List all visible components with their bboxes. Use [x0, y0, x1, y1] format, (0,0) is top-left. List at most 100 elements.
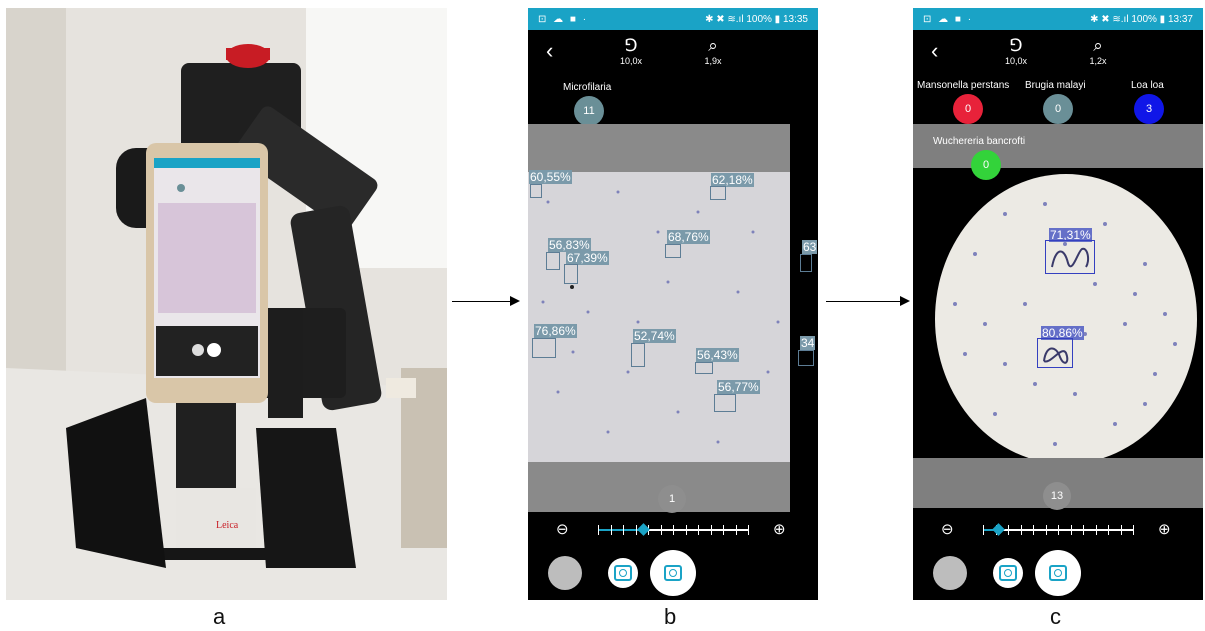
worm-shape [1051, 247, 1090, 268]
zoom-control[interactable]: ⌕ 1,2x [1083, 36, 1113, 66]
slider-tick [698, 525, 699, 535]
slider-tick [598, 525, 599, 535]
panel-label-a: a [213, 604, 226, 629]
microscope-setup-image: Leica [6, 8, 447, 600]
back-icon[interactable]: ‹ [931, 38, 938, 64]
gallery-button[interactable] [933, 556, 967, 590]
magnification-value: 10,0x [619, 56, 643, 66]
microscope-icon: ⅁ [624, 36, 638, 55]
arrow-b-to-c [826, 301, 902, 302]
slider-tick [1083, 525, 1084, 535]
counter-label-wuchereria: Wuchereria bancrofti [933, 136, 1026, 147]
detection-box[interactable] [714, 394, 736, 412]
camera-icon [999, 565, 1017, 581]
counter-badge-loa[interactable]: 3 [1134, 94, 1164, 124]
slider-ticks [983, 525, 1134, 535]
slider-tick [735, 525, 737, 535]
detection-box[interactable] [665, 244, 681, 258]
zoom-value: 1,2x [1089, 56, 1107, 66]
status-right: ✱ ✖ ≋.ıl 100% ▮ 13:37 [1090, 13, 1193, 25]
svg-text:Leica: Leica [216, 520, 239, 531]
slider-tick [1058, 525, 1059, 535]
record-button[interactable] [1035, 550, 1081, 596]
slider-tick [685, 525, 687, 535]
detection-box[interactable] [1045, 240, 1095, 274]
panel-label-b: b [664, 604, 677, 629]
zoom-out-icon[interactable]: ⊖ [941, 520, 954, 538]
detection-box[interactable] [532, 338, 556, 358]
magnification-control[interactable]: ⅁ 10,0x [616, 36, 646, 66]
status-icons: ⊡ ☁ ■ · [538, 13, 589, 25]
counter-label-brugia: Brugia malayi [1025, 80, 1086, 91]
back-icon[interactable]: ‹ [546, 38, 553, 64]
detection-box[interactable] [631, 343, 645, 367]
counter-label: Microfilaria [563, 82, 612, 93]
detection-box[interactable] [1037, 338, 1073, 368]
frame-counter: 1 [658, 485, 686, 513]
detection-label: 67,39% [566, 251, 609, 265]
status-bar: ⊡ ☁ ■ · ✱ ✖ ≋.ıl 100% ▮ 13:37 [913, 8, 1203, 30]
detection-label: 56,77% [717, 380, 760, 394]
slider-tick [710, 525, 712, 535]
detection-box[interactable] [530, 184, 542, 198]
detection-label: 68,76% [667, 230, 710, 244]
detection-label: 34 [800, 336, 816, 350]
zoom-in-icon[interactable]: ⊕ [773, 520, 786, 538]
slider-tick [673, 525, 674, 535]
image-band-top [528, 124, 790, 174]
slider-tick [723, 525, 724, 535]
arrow-head-icon [900, 296, 910, 306]
slider-tick [623, 525, 624, 535]
phone-screen-c: ⊡ ☁ ■ · ✱ ✖ ≋.ıl 100% ▮ 13:37 ‹ ⅁ 10,0x … [913, 8, 1203, 600]
zoom-control[interactable]: ⌕ 1,9x [698, 36, 728, 66]
record-button[interactable] [650, 550, 696, 596]
detection-box[interactable] [564, 264, 578, 284]
zoom-slider[interactable] [983, 523, 1134, 537]
microscope-icon: ⅁ [1009, 36, 1023, 55]
detection-box[interactable] [546, 252, 560, 270]
detection-box[interactable] [800, 254, 812, 272]
slider-tick [748, 525, 749, 535]
status-right: ✱ ✖ ≋.ıl 100% ▮ 13:35 [705, 13, 808, 25]
camera-icon [1049, 565, 1067, 581]
zoom-out-icon[interactable]: ⊖ [556, 520, 569, 538]
capture-button[interactable] [608, 558, 638, 588]
magnification-value: 10,0x [1004, 56, 1028, 66]
microscope-field [935, 174, 1197, 464]
magnification-control[interactable]: ⅁ 10,0x [1001, 36, 1031, 66]
slider-tick [1020, 525, 1022, 535]
capture-button[interactable] [993, 558, 1023, 588]
slider-tick [1045, 525, 1047, 535]
frame-counter: 13 [1043, 482, 1071, 510]
detection-box[interactable] [798, 350, 814, 366]
arrow-head-icon [510, 296, 520, 306]
zoom-value: 1,9x [704, 56, 722, 66]
worm-shape [1043, 347, 1069, 364]
camera-icon [614, 565, 632, 581]
slider-tick [610, 525, 612, 535]
setup-photo: Leica [6, 8, 447, 600]
detection-box[interactable] [710, 186, 726, 200]
panel-label-c: c [1050, 604, 1061, 629]
detection-label: 56,83% [548, 238, 591, 252]
slider-tick [983, 525, 984, 535]
detection-label: 76,86% [534, 324, 577, 338]
gallery-button[interactable] [548, 556, 582, 590]
counter-label-mansonella: Mansonella perstans [917, 80, 1010, 91]
phone-screen-b: ⊡ ☁ ■ · ✱ ✖ ≋.ıl 100% ▮ 13:35 ‹ ⅁ 10,0x … [528, 8, 818, 600]
magnifier-icon: ⌕ [708, 36, 718, 55]
detection-box[interactable] [695, 362, 713, 374]
slider-tick [1033, 525, 1034, 535]
zoom-slider[interactable] [598, 523, 749, 537]
detection-label: 56,43% [696, 348, 739, 362]
arrow-a-to-b [452, 301, 512, 302]
counter-badge[interactable]: 11 [574, 96, 604, 126]
microscope-field [528, 172, 790, 462]
zoom-in-icon[interactable]: ⊕ [1158, 520, 1171, 538]
camera-icon [664, 565, 682, 581]
counter-badge-brugia[interactable]: 0 [1043, 94, 1073, 124]
counter-badge-wuchereria[interactable]: 0 [971, 150, 1001, 180]
slider-tick [1133, 525, 1134, 535]
counter-badge-mansonella[interactable]: 0 [953, 94, 983, 124]
status-icons: ⊡ ☁ ■ · [923, 13, 974, 25]
